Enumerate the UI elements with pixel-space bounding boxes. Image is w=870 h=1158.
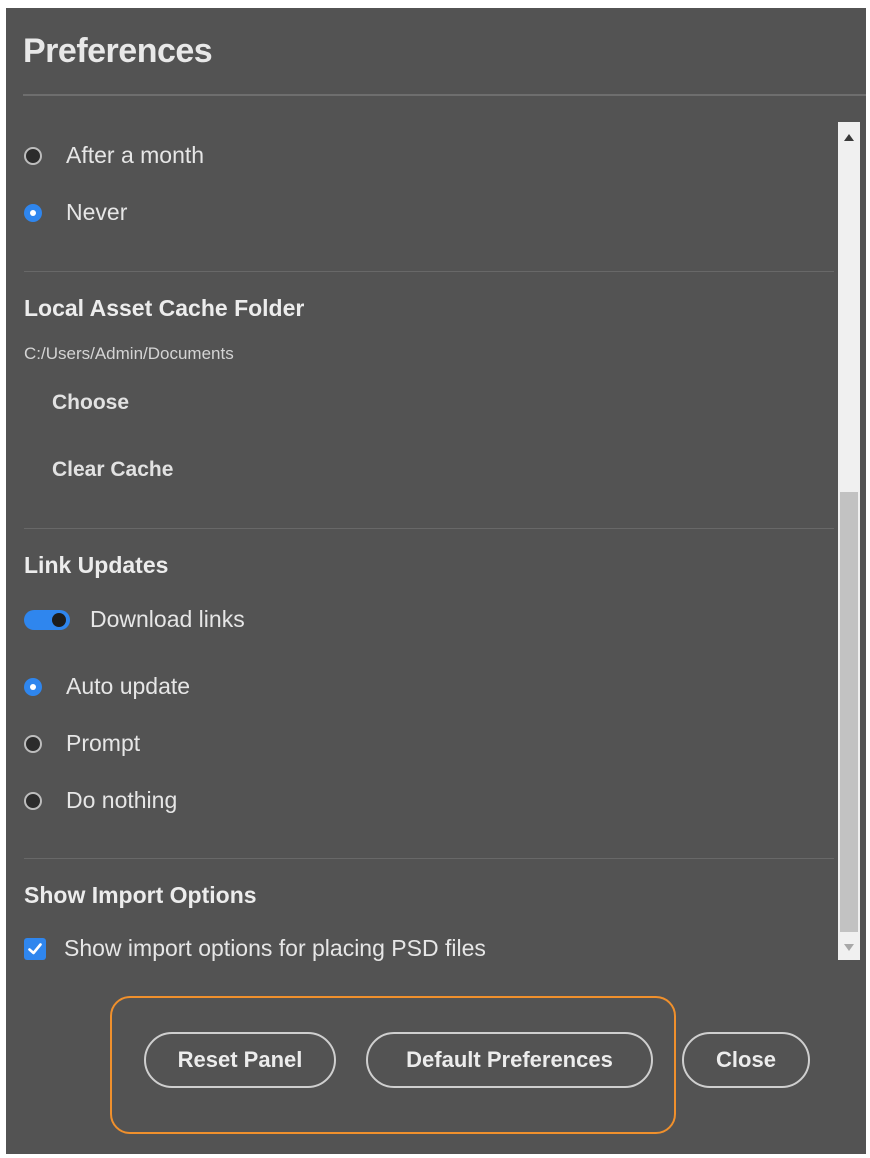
- show-import-options-checkbox-row[interactable]: Show import options for placing PSD file…: [24, 935, 486, 962]
- toggle-label: Download links: [90, 606, 245, 632]
- radio-unselected-icon[interactable]: [24, 791, 42, 810]
- link-updates-heading: Link Updates: [24, 552, 169, 578]
- radio-never[interactable]: Never: [24, 199, 127, 226]
- radio-unselected-icon[interactable]: [24, 146, 42, 165]
- close-button[interactable]: Close: [682, 1032, 810, 1088]
- reset-panel-button[interactable]: Reset Panel: [144, 1032, 336, 1088]
- radio-label: Never: [66, 199, 128, 225]
- checkmark-icon: [28, 942, 42, 954]
- radio-auto-update[interactable]: Auto update: [24, 673, 190, 700]
- checkbox-checked-icon[interactable]: [24, 937, 46, 960]
- clear-cache-button[interactable]: Clear Cache: [52, 458, 173, 482]
- section-divider: [24, 271, 834, 272]
- radio-prompt[interactable]: Prompt: [24, 730, 140, 757]
- cache-folder-path: C:/Users/Admin/Documents: [24, 344, 234, 363]
- preferences-scroll-area[interactable]: After a month Never Local Asset Cache Fo…: [6, 118, 834, 968]
- radio-label: Auto update: [66, 673, 191, 699]
- import-options-heading: Show Import Options: [24, 882, 257, 908]
- radio-do-nothing[interactable]: Do nothing: [24, 787, 177, 814]
- section-divider: [24, 528, 834, 529]
- default-preferences-button[interactable]: Default Preferences: [366, 1032, 653, 1088]
- panel-title: Preferences: [23, 32, 213, 70]
- radio-label: After a month: [66, 142, 205, 168]
- radio-unselected-icon[interactable]: [24, 734, 42, 753]
- download-links-toggle-row[interactable]: Download links: [24, 606, 245, 633]
- title-divider: [23, 94, 866, 96]
- radio-selected-icon[interactable]: [24, 677, 42, 696]
- scrollbar-thumb[interactable]: [840, 492, 858, 932]
- checkbox-label: Show import options for placing PSD file…: [64, 935, 486, 961]
- choose-button[interactable]: Choose: [52, 391, 129, 415]
- cache-section-heading: Local Asset Cache Folder: [24, 295, 305, 321]
- radio-after-a-month[interactable]: After a month: [24, 142, 204, 169]
- vertical-scrollbar[interactable]: [838, 122, 860, 960]
- toggle-switch-icon[interactable]: [24, 609, 70, 630]
- section-divider: [24, 858, 834, 859]
- scroll-up-arrow-icon[interactable]: [838, 126, 860, 148]
- radio-label: Do nothing: [66, 787, 178, 813]
- radio-label: Prompt: [66, 730, 141, 756]
- preferences-panel: Preferences After a month Never Local As…: [6, 8, 866, 1154]
- scroll-down-arrow-icon[interactable]: [838, 936, 860, 958]
- radio-selected-icon[interactable]: [24, 203, 42, 222]
